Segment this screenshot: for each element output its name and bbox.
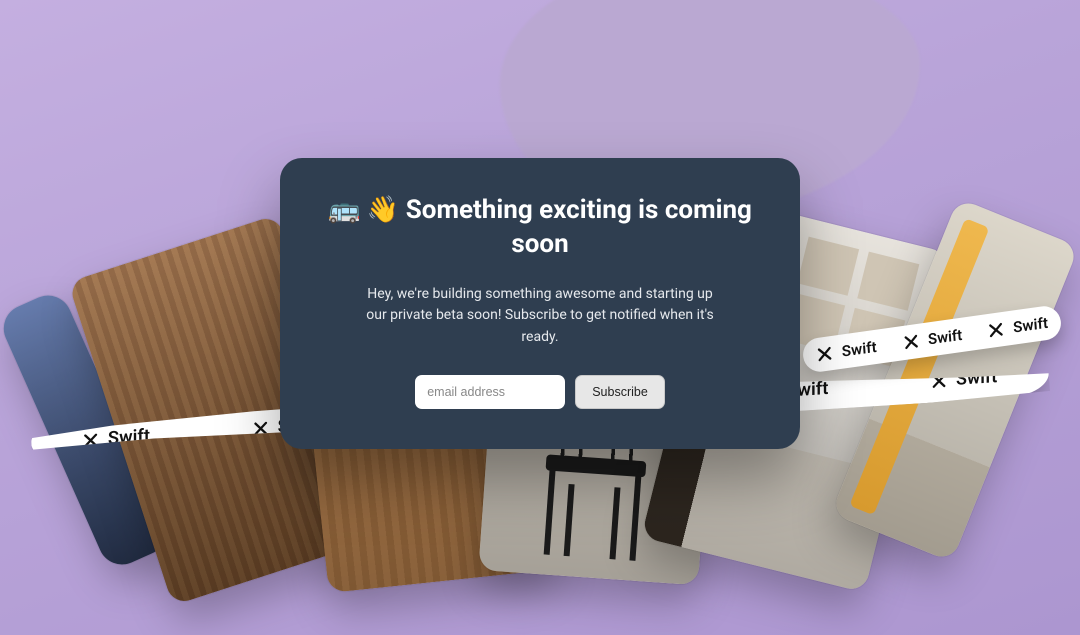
hero-title-text: Something exciting is coming soon (406, 195, 752, 259)
x-icon (252, 418, 270, 437)
ribbon-item: Swift (82, 425, 151, 451)
hero-subtitle: Hey, we're building something awesome an… (360, 284, 720, 349)
ribbon-label: Swift (108, 425, 150, 449)
x-icon (82, 430, 100, 449)
subscribe-form: Subscribe (328, 375, 752, 409)
x-icon (987, 320, 1006, 341)
ribbon-item: Swift (901, 326, 962, 352)
x-icon (930, 370, 948, 389)
ribbon-item: Swift (930, 365, 997, 391)
ribbon-label: Swift (1013, 314, 1049, 337)
x-icon (901, 332, 920, 353)
email-field[interactable] (415, 375, 565, 409)
x-icon (815, 344, 834, 365)
hero-title: 🚌 👋 Something exciting is coming soon (328, 194, 752, 262)
brand-ribbon-segment: Swift Swift Swift (801, 304, 1063, 374)
subscribe-button[interactable]: Subscribe (575, 375, 665, 409)
ribbon-item: Swift (987, 314, 1049, 341)
ribbon-label: Swift (956, 365, 997, 389)
subscribe-modal: 🚌 👋 Something exciting is coming soon He… (280, 158, 800, 449)
hero-emoji: 🚌 👋 (328, 195, 399, 225)
ribbon-item: Swift (815, 338, 877, 365)
ribbon-label: Swift (841, 338, 877, 361)
ribbon-label: Swift (927, 326, 962, 349)
